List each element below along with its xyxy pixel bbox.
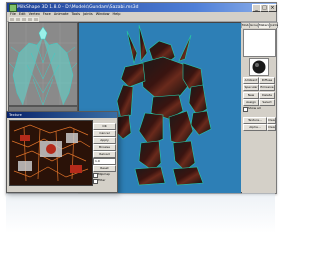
reset-button[interactable]: Reset xyxy=(93,165,116,172)
value-field[interactable]: 1.0 xyxy=(93,158,116,165)
diffuse-button[interactable]: Diffuse xyxy=(259,77,275,84)
emissive-button[interactable]: Emissive xyxy=(259,84,275,91)
window-reflection xyxy=(6,193,275,233)
menu-animate[interactable]: Animate xyxy=(54,12,69,16)
show-all-label: Show all xyxy=(248,106,261,110)
menu-window[interactable]: Window xyxy=(96,12,110,16)
clear-texture-button[interactable]: Clear xyxy=(267,117,276,124)
cancel-button[interactable]: Cancel xyxy=(93,130,116,137)
ok-button[interactable]: OK xyxy=(93,123,116,130)
menu-edit[interactable]: Edit xyxy=(19,12,26,16)
alpha-button[interactable]: Alpha... xyxy=(243,124,267,131)
dialog-title-bar: Texture xyxy=(7,112,117,118)
browse-button[interactable]: Browse xyxy=(93,144,116,151)
mipmap-label: Mipmap xyxy=(98,172,110,176)
clear-alpha-button[interactable]: Clear xyxy=(267,124,276,131)
select-button[interactable]: Select xyxy=(259,99,275,106)
assign-button[interactable]: Assign xyxy=(243,99,259,106)
menu-tools[interactable]: Tools xyxy=(72,12,81,16)
texture-dialog: Texture OK Cancel Apply Browse Reload 1.… xyxy=(6,111,118,193)
menu-vertex[interactable]: Vertex xyxy=(29,12,40,16)
close-button[interactable]: × xyxy=(268,4,277,12)
viewport-front[interactable] xyxy=(8,22,78,106)
new-button[interactable]: New xyxy=(243,92,259,99)
texture-pattern xyxy=(10,121,92,185)
side-panel: Model Groups Materials Joints Ambient Di… xyxy=(241,22,278,192)
menu-help[interactable]: Help xyxy=(113,12,121,16)
ambient-button[interactable]: Ambient xyxy=(243,77,259,84)
apply-button[interactable]: Apply xyxy=(93,137,116,144)
delete-button[interactable]: Delete xyxy=(259,92,275,99)
dialog-title: Texture xyxy=(9,113,22,117)
specular-button[interactable]: Specular xyxy=(243,84,259,91)
reload-button[interactable]: Reload xyxy=(93,151,116,158)
materials-list[interactable] xyxy=(243,29,276,57)
menu-joints[interactable]: Joints xyxy=(83,12,93,16)
app-icon xyxy=(9,4,17,12)
material-preview xyxy=(249,58,269,76)
texture-image xyxy=(9,120,93,186)
tab-joints[interactable]: Joints xyxy=(269,22,278,28)
window-title: MilkShape 3D 1.8.0 - D:\Models\Gundam\Sa… xyxy=(17,5,139,10)
texture-button[interactable]: Texture... xyxy=(243,117,267,124)
title-bar: MilkShape 3D 1.8.0 - D:\Models\Gundam\Sa… xyxy=(7,3,277,12)
material-sphere-icon xyxy=(252,60,266,74)
menu-face[interactable]: Face xyxy=(43,12,51,16)
wireframe-model xyxy=(9,23,77,105)
filter-label: Filter xyxy=(98,178,106,182)
menu-file[interactable]: File xyxy=(10,12,16,16)
